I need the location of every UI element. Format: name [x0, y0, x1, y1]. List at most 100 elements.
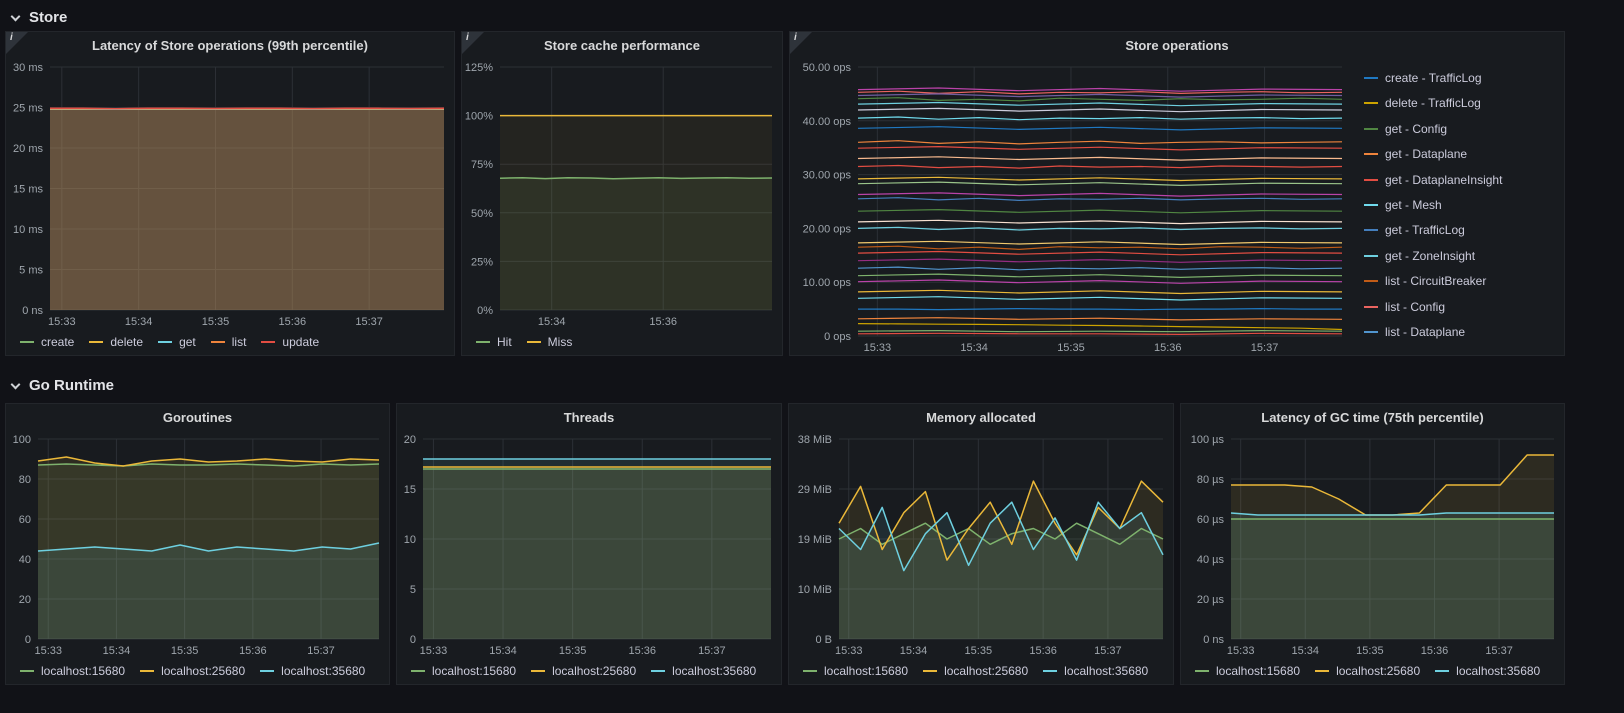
series-label: localhost:35680 — [1064, 664, 1149, 678]
legend-item[interactable]: get - Config — [1364, 122, 1558, 136]
svg-text:15:36: 15:36 — [1029, 645, 1057, 657]
section-title: Store — [29, 9, 68, 26]
panel-gc-latency: Latency of GC time (75th percentile) 0 n… — [1180, 403, 1565, 685]
panel-title[interactable]: Goroutines — [6, 404, 389, 431]
svg-text:15:34: 15:34 — [103, 645, 131, 657]
panel-info-icon[interactable]: i — [790, 32, 812, 54]
svg-text:15:36: 15:36 — [239, 645, 267, 657]
section-header-store[interactable]: Store — [0, 0, 1624, 31]
svg-text:40 µs: 40 µs — [1197, 554, 1225, 566]
legend-item[interactable]: delete - TrafficLog — [1364, 96, 1558, 110]
series-color-dash — [20, 341, 34, 343]
legend-item[interactable]: get — [158, 335, 196, 349]
memory-allocated-chart[interactable]: 0 B 10 MiB 19 MiB 29 MiB 38 MiB 15:33 15:34 15:… — [789, 431, 1173, 658]
panel-store-operations: i Store operations 0 ops 10.00 ops 20.00 o… — [789, 31, 1565, 356]
series-label: get - Dataplane — [1385, 147, 1468, 162]
legend-item[interactable]: localhost:25680 — [531, 664, 636, 678]
series-label: localhost:35680 — [672, 664, 757, 678]
legend-item[interactable]: Hit — [476, 335, 512, 349]
legend-item[interactable]: Miss — [526, 335, 572, 349]
series-label: get - Mesh — [1385, 197, 1442, 212]
series-color-dash — [526, 341, 541, 343]
store-cache-chart[interactable]: 0% 25% 50% 75% 100% 125% 15:34 15:36 — [462, 59, 782, 329]
svg-text:15:33: 15:33 — [1227, 645, 1255, 657]
panel-title[interactable]: Threads — [397, 404, 781, 431]
series-label: update — [282, 335, 320, 349]
legend-item[interactable]: list - CircuitBreaker — [1364, 274, 1558, 288]
panel-title[interactable]: Store cache performance — [462, 32, 782, 59]
series-label: localhost:25680 — [1336, 664, 1421, 678]
legend-item[interactable]: localhost:35680 — [651, 664, 756, 678]
legend-item[interactable]: localhost:35680 — [1043, 664, 1148, 678]
svg-text:15:35: 15:35 — [1057, 342, 1085, 354]
panel-title[interactable]: Latency of GC time (75th percentile) — [1181, 404, 1564, 431]
series-label: localhost:15680 — [41, 664, 126, 678]
panel-title[interactable]: Store operations — [790, 32, 1564, 59]
svg-text:0: 0 — [410, 634, 416, 646]
panel-title[interactable]: Latency of Store operations (99th percen… — [6, 32, 454, 59]
legend-item[interactable]: localhost:15680 — [411, 664, 516, 678]
chart-legend: create - TrafficLog delete - TrafficLog ge… — [1352, 59, 1564, 355]
panel-info-icon[interactable]: i — [6, 32, 28, 54]
series-color-dash — [20, 670, 34, 672]
chart-legend: localhost:15680 localhost:25680 localhost:… — [1181, 658, 1564, 684]
legend-item[interactable]: localhost:35680 — [1435, 664, 1540, 678]
gc-latency-chart[interactable]: 0 ns 20 µs 40 µs 60 µs 80 µs 100 µs 15:33 15:34… — [1181, 431, 1564, 658]
series-label: localhost:35680 — [281, 664, 366, 678]
svg-text:100 µs: 100 µs — [1191, 434, 1225, 446]
svg-text:0: 0 — [25, 634, 31, 646]
latency-store-chart[interactable]: 0 ns 5 ms 10 ms 15 ms 20 ms 25 ms 30 ms 15:33 15… — [6, 59, 454, 329]
svg-text:15:34: 15:34 — [1292, 645, 1320, 657]
legend-item[interactable]: localhost:25680 — [923, 664, 1028, 678]
legend-item[interactable]: list - Config — [1364, 300, 1558, 314]
legend-item[interactable]: list - Dataplane — [1364, 325, 1558, 339]
legend-item[interactable]: get - Mesh — [1364, 198, 1558, 212]
legend-item[interactable]: get - DataplaneInsight — [1364, 173, 1558, 187]
goroutines-chart[interactable]: 0 20 40 60 80 100 15:33 15:34 15:35 15:36 15:37 — [6, 431, 389, 658]
series-color-dash — [89, 341, 104, 343]
svg-text:60 µs: 60 µs — [1197, 514, 1225, 526]
svg-text:29 MiB: 29 MiB — [798, 484, 832, 496]
legend-item[interactable]: get - Dataplane — [1364, 147, 1558, 161]
svg-text:0 ops: 0 ops — [824, 331, 851, 343]
series-color-dash — [1435, 670, 1450, 672]
svg-text:0 B: 0 B — [815, 634, 832, 646]
panel-info-icon[interactable]: i — [462, 32, 484, 54]
store-operations-chart[interactable]: 0 ops 10.00 ops 20.00 ops 30.00 ops 40.00 op… — [790, 59, 1352, 355]
series-label: localhost:25680 — [161, 664, 246, 678]
legend-item[interactable]: localhost:35680 — [260, 664, 365, 678]
series-color-dash — [1364, 203, 1378, 206]
legend-item[interactable]: list — [210, 335, 246, 349]
panel-title[interactable]: Memory allocated — [789, 404, 1173, 431]
svg-text:15:33: 15:33 — [420, 645, 448, 657]
svg-text:15:37: 15:37 — [698, 645, 726, 657]
legend-item[interactable]: delete — [89, 335, 143, 349]
svg-text:0 ns: 0 ns — [1203, 634, 1224, 646]
legend-item[interactable]: get - ZoneInsight — [1364, 249, 1558, 263]
svg-text:10.00 ops: 10.00 ops — [803, 277, 852, 289]
svg-text:15:36: 15:36 — [649, 316, 677, 328]
series-label: delete - TrafficLog — [1385, 96, 1481, 111]
svg-text:0 ns: 0 ns — [22, 305, 43, 317]
legend-item[interactable]: update — [261, 335, 319, 349]
legend-item[interactable]: create - TrafficLog — [1364, 71, 1558, 85]
legend-item[interactable]: create — [20, 335, 74, 349]
series-label: get - DataplaneInsight — [1385, 172, 1503, 187]
svg-text:20: 20 — [19, 594, 31, 606]
legend-item[interactable]: localhost:15680 — [20, 664, 125, 678]
legend-item[interactable]: get - TrafficLog — [1364, 223, 1558, 237]
legend-item[interactable]: localhost:25680 — [1315, 664, 1420, 678]
legend-item[interactable]: localhost:25680 — [140, 664, 245, 678]
legend-item[interactable]: localhost:15680 — [803, 664, 908, 678]
series-label: localhost:25680 — [552, 664, 637, 678]
threads-chart[interactable]: 0 5 10 15 20 15:33 15:34 15:35 15:36 15:37 — [397, 431, 781, 658]
series-color-dash — [158, 341, 173, 343]
svg-text:25 ms: 25 ms — [13, 103, 43, 115]
info-glyph: i — [10, 32, 13, 43]
chart-legend: localhost:15680 localhost:25680 localhost:… — [397, 658, 781, 684]
legend-item[interactable]: localhost:15680 — [1195, 664, 1300, 678]
panel-store-cache-performance: i Store cache performance 0% 25% 50% 75% 100… — [461, 31, 783, 356]
series-label: localhost:15680 — [1216, 664, 1301, 678]
series-color-dash — [260, 670, 275, 672]
section-header-go-runtime[interactable]: Go Runtime — [0, 368, 1624, 399]
